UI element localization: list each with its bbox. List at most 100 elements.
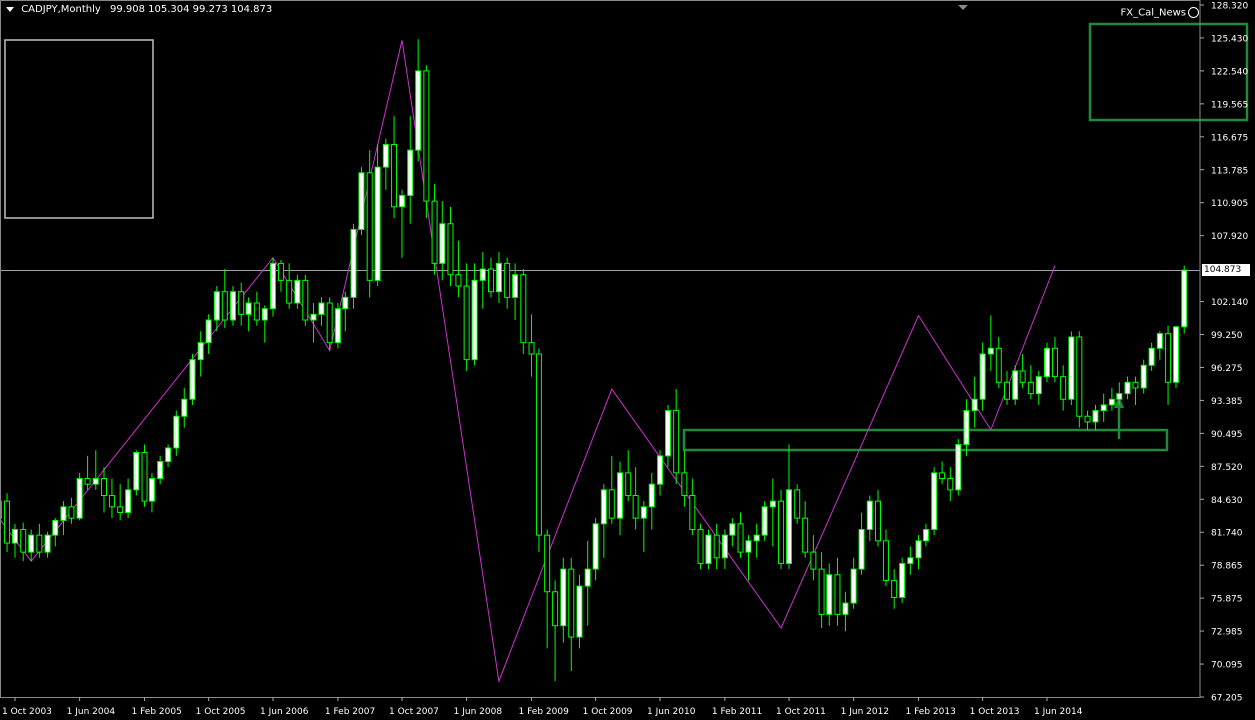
candle [423, 65, 430, 219]
candle [504, 257, 511, 309]
candle-body-up [866, 500, 873, 530]
candle [955, 438, 962, 496]
candle [133, 450, 140, 496]
y-tick-label: 93.385 [1211, 397, 1243, 407]
candle [60, 501, 67, 536]
candle [705, 529, 712, 570]
candle-body-up [922, 528, 929, 542]
candle [1084, 410, 1091, 430]
candle [431, 184, 438, 275]
candle-body-up [915, 540, 922, 559]
candle [963, 399, 970, 456]
y-tick-label: 110.905 [1211, 199, 1248, 209]
candle-body-down [568, 568, 575, 638]
candle [342, 291, 349, 332]
plot-frame [0, 0, 1201, 698]
candle [608, 455, 615, 524]
candle [1140, 359, 1147, 394]
candle [213, 286, 220, 332]
candle-body-down [302, 279, 309, 321]
candle-body-up [60, 506, 67, 521]
candle [512, 263, 519, 321]
symbol-label: CADJPY,Monthly [21, 4, 101, 15]
candle-body-up [1012, 370, 1019, 400]
candle-body-up [617, 472, 624, 519]
candle-body-up [769, 500, 776, 508]
candle [221, 269, 228, 328]
x-tick-label: 1 Jun 2014 [1034, 707, 1083, 717]
candle-body-down [697, 528, 704, 564]
x-tick-label: 1 Jun 2012 [841, 707, 889, 717]
candle [141, 444, 148, 507]
candle [560, 557, 567, 643]
x-tick-label: 1 Feb 2007 [325, 707, 375, 717]
dropdown-triangle-icon[interactable] [6, 6, 14, 12]
candle-body-down [834, 574, 841, 615]
candle [415, 39, 422, 162]
candle-body-down [802, 517, 809, 553]
candle-body-down [673, 410, 680, 474]
candle-body-up [1068, 336, 1075, 400]
candle [157, 455, 164, 485]
candle-body-down [528, 342, 535, 355]
candle-body-down [818, 568, 825, 615]
candle-body-down [431, 200, 438, 264]
candle-body-up [640, 506, 647, 519]
candle-body-up [189, 359, 196, 400]
x-tick-label: 1 Oct 2007 [389, 707, 439, 717]
candle [358, 167, 365, 236]
candle-body-down [1051, 347, 1058, 378]
candle-body-up [213, 291, 220, 321]
candle-body-up [955, 444, 962, 491]
candle [1004, 370, 1011, 405]
candle [148, 472, 155, 513]
candle [657, 450, 663, 496]
candle [463, 263, 470, 371]
candle [673, 389, 680, 485]
candle-body-down [253, 302, 260, 321]
candle-body-down [794, 489, 801, 519]
candle [753, 523, 760, 558]
candle-body-up [1044, 347, 1050, 378]
candle-body-down [447, 223, 454, 276]
support-zone-rectangle [682, 428, 1169, 452]
candle-body-up [1100, 404, 1107, 412]
candle-body-down [778, 500, 785, 564]
candle-body-up [907, 557, 914, 564]
candle-body-down [108, 495, 115, 508]
x-tick-label: 1 Oct 2005 [196, 707, 246, 717]
candle-body-up [205, 319, 212, 344]
candle [875, 489, 882, 547]
candle [632, 467, 639, 530]
candle-body-up [197, 342, 204, 361]
chart-canvas[interactable]: 128.320 125.430 122.540 119.565 116.675 113.7… [0, 0, 1255, 720]
candle [391, 116, 398, 219]
candle [230, 286, 237, 326]
candle [947, 467, 954, 502]
candle [495, 252, 502, 304]
candle-body-up [657, 455, 663, 485]
candle [1173, 325, 1179, 388]
candle [310, 303, 317, 343]
candle [189, 353, 196, 405]
candle-body-down [84, 478, 91, 485]
candle-body-up [729, 523, 736, 536]
candle [939, 461, 946, 485]
indicator-label[interactable]: FX_Cal_News [1120, 7, 1199, 19]
candle-body-up [92, 478, 99, 485]
candle [882, 529, 889, 587]
candle [1027, 365, 1034, 400]
candle [535, 348, 542, 553]
candle [681, 450, 688, 507]
candle-body-up [1108, 398, 1115, 406]
candle [1012, 365, 1019, 405]
candle [28, 529, 35, 562]
x-tick-label: 1 Oct 2013 [970, 707, 1020, 717]
candle [617, 461, 624, 536]
candle [600, 484, 607, 558]
candle [68, 497, 75, 524]
candle [1035, 370, 1042, 405]
candle-body-down [1132, 381, 1139, 389]
candle [745, 535, 752, 581]
candle [165, 444, 172, 468]
